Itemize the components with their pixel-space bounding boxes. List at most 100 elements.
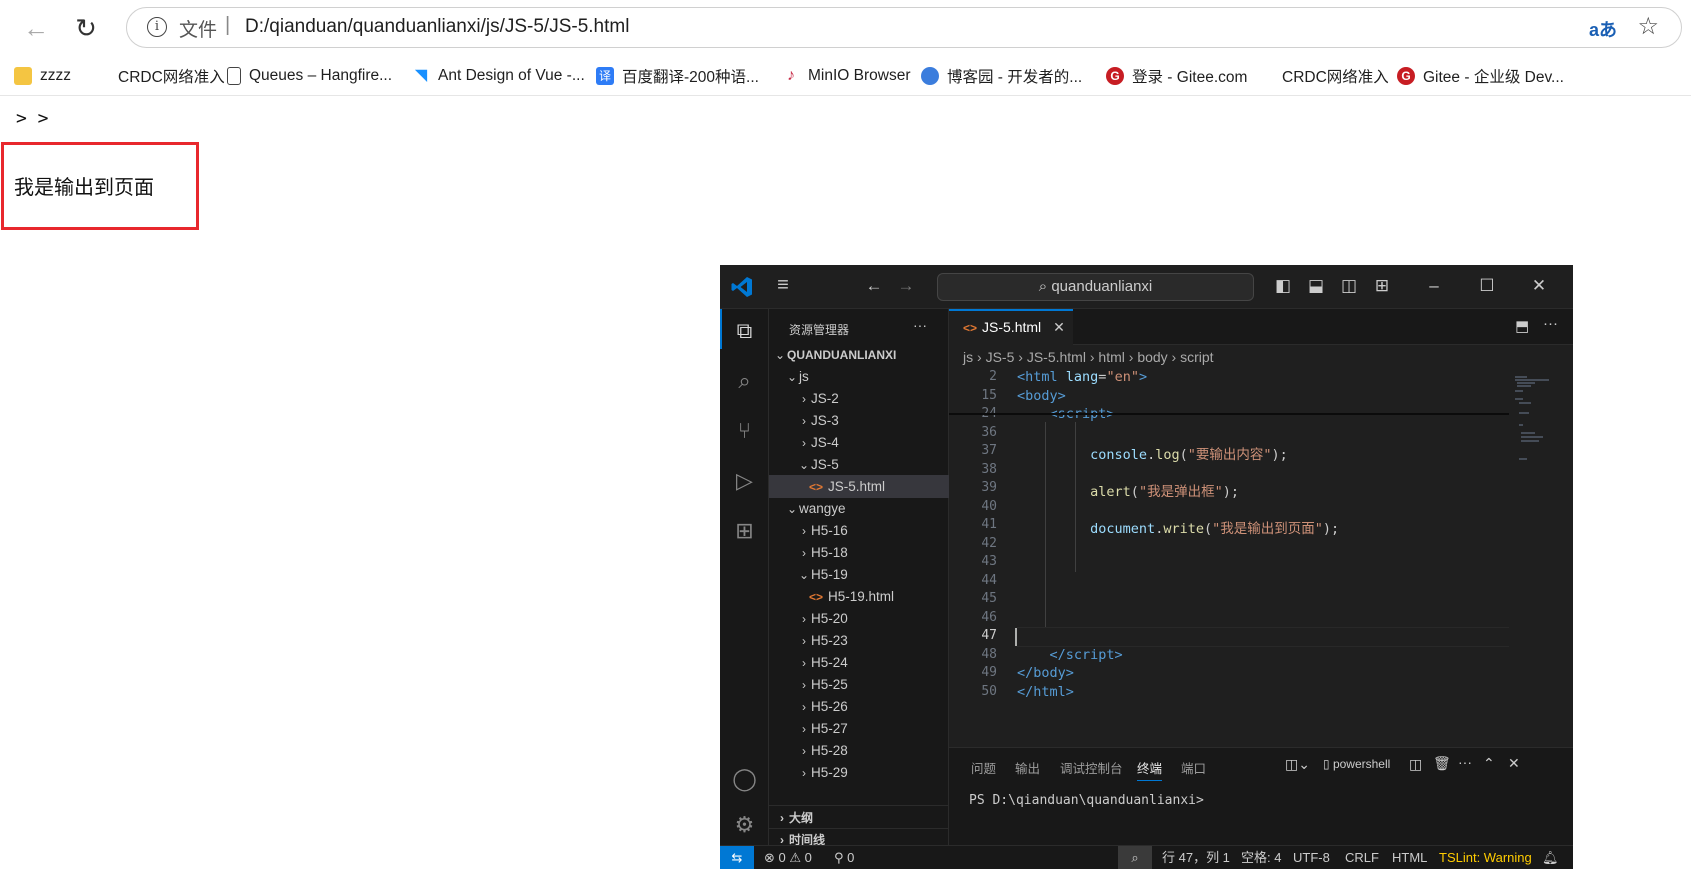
back-icon[interactable]: ← xyxy=(18,10,54,46)
bookmark-baidu-fanyi[interactable]: 译百度翻译-200种语... xyxy=(596,64,759,88)
account-icon[interactable]: ◯ xyxy=(720,759,769,799)
eol-status[interactable]: CRLF xyxy=(1345,846,1379,869)
folder-item[interactable]: › JS-4 xyxy=(769,431,949,454)
tab-js5-html[interactable]: <> JS-5.html ✕ xyxy=(949,309,1073,345)
zoom-icon[interactable]: ⌕ xyxy=(1118,846,1152,869)
language-status[interactable]: HTML xyxy=(1392,846,1427,869)
toggle-panel-icon[interactable]: ⬓ xyxy=(1305,276,1327,296)
toggle-sidebar-icon[interactable]: ◧ xyxy=(1272,276,1294,296)
tab-terminal[interactable]: 终端 xyxy=(1137,758,1163,781)
outline-section[interactable]: › 大纲 xyxy=(769,807,949,830)
tab-output[interactable]: 输出 xyxy=(1015,758,1040,777)
bookmark-gitee-login[interactable]: G 登录 - Gitee.com xyxy=(1106,64,1247,88)
problems-status[interactable]: ⊗ 0 ⚠ 0 xyxy=(764,846,812,869)
nav-back-icon[interactable]: ← xyxy=(863,276,885,296)
address-bar[interactable]: i 文件 | D:/qianduan/quanduanlianxi/js/JS-… xyxy=(126,7,1682,48)
bookmark-minio[interactable]: ♪ MinIO Browser xyxy=(782,64,911,88)
file-item[interactable]: <> H5-19.html xyxy=(769,585,949,608)
terminal-prompt[interactable]: PS D:\qianduan\quanduanlianxi> xyxy=(969,793,1204,808)
bookmark-hangfire[interactable]: Queues – Hangfire... xyxy=(227,64,392,88)
folder-item[interactable]: ⌄ JS-5 xyxy=(769,453,949,476)
code-line[interactable]: <html lang="en"> xyxy=(1017,369,1147,385)
explorer-icon[interactable]: ⧉ xyxy=(720,311,769,351)
breadcrumb-item[interactable]: js xyxy=(963,349,973,365)
run-debug-icon[interactable]: ▷ xyxy=(720,461,769,501)
close-panel-icon[interactable]: ✕ xyxy=(1508,755,1520,772)
encoding-status[interactable]: UTF-8 xyxy=(1293,846,1330,869)
settings-gear-icon[interactable]: ⚙ xyxy=(720,805,769,845)
minimize-icon[interactable]: – xyxy=(1423,276,1445,296)
code-line[interactable]: alert("我是弹出框"); xyxy=(1017,480,1239,500)
menu-icon[interactable]: ≡ xyxy=(772,274,794,297)
breadcrumb-item[interactable]: JS-5 xyxy=(986,349,1015,365)
breadcrumb-item[interactable]: script xyxy=(1180,349,1213,365)
favorite-star-icon[interactable]: ☆ xyxy=(1637,12,1659,41)
extensions-icon[interactable]: ⊞ xyxy=(720,511,769,551)
code-line[interactable]: </body> xyxy=(1017,665,1074,681)
code-line[interactable]: document.write("我是输出到页面"); xyxy=(1017,517,1339,537)
maximize-panel-icon[interactable]: ⌃ xyxy=(1483,755,1495,772)
folder-item[interactable]: › H5-18 xyxy=(769,541,949,564)
info-icon[interactable]: i xyxy=(147,17,167,37)
remote-icon[interactable]: ⇆ xyxy=(720,846,754,869)
url-text[interactable]: D:/qianduan/quanduanlianxi/js/JS-5/JS-5.… xyxy=(245,16,629,38)
trash-icon[interactable]: 🗑 xyxy=(1433,755,1451,772)
terminal-selector[interactable]: ▯ powershell xyxy=(1323,757,1390,771)
search-icon[interactable]: ⌕ xyxy=(720,361,769,401)
bookmark-antd[interactable]: ◥ Ant Design of Vue -... xyxy=(412,64,585,88)
lint-status[interactable]: TSLint: Warning xyxy=(1439,846,1532,869)
bookmark-cnblogs[interactable]: 博客园 - 开发者的... xyxy=(921,64,1082,88)
folder-item[interactable]: ⌄ js xyxy=(769,365,949,388)
folder-item[interactable]: ⌄ wangye xyxy=(769,497,949,520)
tab-ports[interactable]: 端口 xyxy=(1181,758,1206,777)
bookmark-gitee-enterprise[interactable]: G Gitee - 企业级 Dev... xyxy=(1397,64,1564,88)
bookmark-crdc-1[interactable]: CRDC网络准入 xyxy=(92,64,225,88)
folder-item[interactable]: › H5-25 xyxy=(769,673,949,696)
code-line[interactable]: <body> xyxy=(1017,388,1066,404)
split-editor-icon[interactable]: ⬒ xyxy=(1515,317,1529,335)
explorer-more-icon[interactable]: ··· xyxy=(913,317,927,333)
folder-item[interactable]: › H5-20 xyxy=(769,607,949,630)
code-line[interactable]: </html> xyxy=(1017,684,1074,700)
tab-close-icon[interactable]: ✕ xyxy=(1053,319,1065,335)
breadcrumb-item[interactable]: body xyxy=(1137,349,1167,365)
folder-item[interactable]: › JS-3 xyxy=(769,409,949,432)
folder-item[interactable]: › H5-28 xyxy=(769,739,949,762)
bookmark-zzzz[interactable]: zzzz xyxy=(14,64,71,88)
tab-problems[interactable]: 问题 xyxy=(971,758,996,777)
reload-icon[interactable]: ↻ xyxy=(68,10,104,46)
file-item[interactable]: <> JS-5.html xyxy=(769,475,949,498)
folder-item[interactable]: ⌄ QUANDUANLIANXI xyxy=(769,343,949,366)
read-aloud-icon[interactable]: aあ xyxy=(1589,16,1617,42)
split-terminal-icon[interactable]: ◫ xyxy=(1409,756,1422,773)
maximize-icon[interactable]: ☐ xyxy=(1476,276,1498,296)
folder-item[interactable]: › H5-24 xyxy=(769,651,949,674)
breadcrumb-item[interactable]: html xyxy=(1098,349,1124,365)
folder-item[interactable]: › H5-29 xyxy=(769,761,949,784)
editor-more-icon[interactable]: ··· xyxy=(1543,315,1558,332)
code-line[interactable]: </script> xyxy=(1017,647,1123,663)
nav-forward-icon[interactable]: → xyxy=(895,276,917,296)
folder-item[interactable]: › H5-16 xyxy=(769,519,949,542)
command-center-search[interactable]: ⌕ quanduanlianxi xyxy=(937,273,1254,301)
bookmark-crdc-2[interactable]: CRDC网络准入 xyxy=(1256,64,1389,88)
notifications-bell-icon[interactable]: 🔔︎ xyxy=(1542,846,1559,869)
toggle-secondary-sidebar-icon[interactable]: ◫ xyxy=(1338,276,1360,296)
folder-item[interactable]: › H5-26 xyxy=(769,695,949,718)
panel-more-icon[interactable]: ··· xyxy=(1458,754,1472,770)
cursor-position[interactable]: 行 47，列 1 xyxy=(1162,846,1230,869)
code-line[interactable]: console.log("要输出内容"); xyxy=(1017,443,1288,463)
customize-layout-icon[interactable]: ⊞ xyxy=(1371,276,1393,296)
folder-item[interactable]: ⌄ H5-19 xyxy=(769,563,949,586)
ports-status[interactable]: ⚲ 0 xyxy=(834,846,854,869)
minimap[interactable] xyxy=(1509,369,1573,747)
folder-item[interactable]: › JS-2 xyxy=(769,387,949,410)
breadcrumb-item[interactable]: JS-5.html xyxy=(1027,349,1086,365)
indentation-status[interactable]: 空格: 4 xyxy=(1241,846,1281,869)
tab-debug-console[interactable]: 调试控制台 xyxy=(1060,758,1123,777)
source-control-icon[interactable]: ⑂ xyxy=(720,411,769,451)
close-icon[interactable]: ✕ xyxy=(1528,276,1550,296)
folder-item[interactable]: › H5-27 xyxy=(769,717,949,740)
folder-item[interactable]: › H5-23 xyxy=(769,629,949,652)
new-terminal-dropdown-icon[interactable]: ◫⌄ xyxy=(1285,756,1310,773)
